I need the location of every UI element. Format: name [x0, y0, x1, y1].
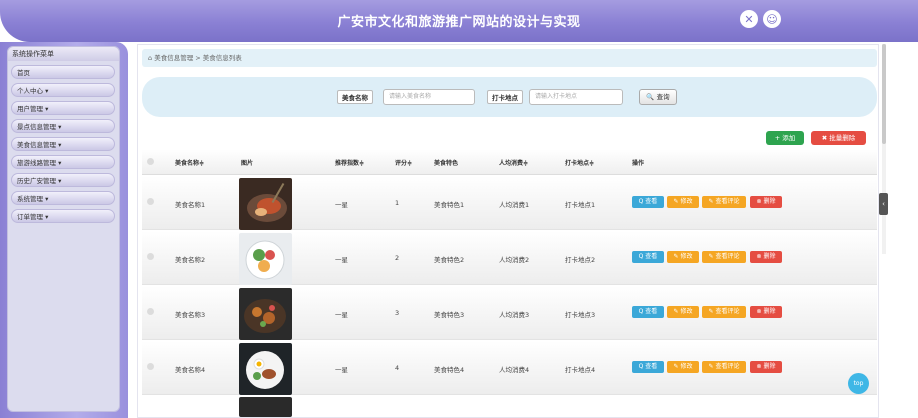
view-comments-button[interactable]: ✎ 查看评论	[702, 306, 746, 318]
col-score[interactable]: 评分≑	[395, 158, 412, 167]
batch-delete-button[interactable]: ✖ 批量删除	[811, 131, 866, 145]
delete-button[interactable]: ⊗ 删除	[750, 361, 782, 373]
cell-feature: 美食特色4	[434, 366, 465, 374]
breadcrumb: ⌂ 美食信息管理 > 美食信息列表	[142, 49, 877, 67]
cell-feature: 美食特色1	[434, 201, 465, 209]
search-icon: 🔍	[646, 93, 655, 101]
cell-food-name: 美食名称4	[175, 366, 206, 374]
cell-recommend: 一星	[335, 366, 348, 374]
cell-feature: 美食特色3	[434, 311, 465, 319]
cell-avg-cost: 人均消费4	[499, 366, 530, 374]
side-menu-panel: 系统操作菜单 首页 个人中心 ▾ 用户管理 ▾ 景点信息管理 ▾ 美食信息管理 …	[7, 46, 120, 412]
cell-avg-cost: 人均消费2	[499, 256, 530, 264]
scrollbar-thumb[interactable]	[882, 44, 886, 144]
food-image	[239, 288, 292, 340]
cell-food-name: 美食名称2	[175, 256, 206, 264]
col-food-name[interactable]: 美食名称≑	[175, 158, 204, 167]
delete-button[interactable]: ⊗ 删除	[750, 251, 782, 263]
sidebar-item-food-info[interactable]: 美食信息管理 ▾	[11, 137, 115, 151]
edit-button[interactable]: ✎ 修改	[667, 306, 699, 318]
food-name-input[interactable]: 请输入美食名称	[383, 89, 475, 105]
row-checkbox[interactable]	[147, 253, 154, 260]
cell-avg-cost: 人均消费1	[499, 201, 530, 209]
row-checkbox[interactable]	[147, 363, 154, 370]
user-icon[interactable]: ☺	[763, 10, 781, 28]
sidebar: 系统操作菜单 首页 个人中心 ▾ 用户管理 ▾ 景点信息管理 ▾ 美食信息管理 …	[0, 42, 128, 418]
view-button[interactable]: Q 查看	[632, 306, 664, 318]
sidebar-item-user-management[interactable]: 用户管理 ▾	[11, 101, 115, 115]
sidebar-item-system[interactable]: 系统管理 ▾	[11, 191, 115, 205]
food-image	[239, 343, 292, 395]
delete-button[interactable]: ⊗ 删除	[750, 306, 782, 318]
delete-button[interactable]: ⊗ 删除	[750, 196, 782, 208]
col-avg-cost[interactable]: 人均消费≑	[499, 158, 528, 167]
view-button[interactable]: Q 查看	[632, 361, 664, 373]
search-bar: 美食名称 请输入美食名称 打卡地点 请输入打卡地点 🔍 查询	[142, 77, 877, 117]
edit-button[interactable]: ✎ 修改	[667, 361, 699, 373]
view-comments-button[interactable]: ✎ 查看评论	[702, 361, 746, 373]
table-row: 美食名称1 一星 1 美食特色1 人均消费1 打卡地点1 Q 查看 ✎ 修改 ✎…	[142, 176, 877, 230]
food-name-label: 美食名称	[337, 90, 373, 104]
back-to-top-button[interactable]: top	[848, 373, 869, 394]
row-checkbox[interactable]	[147, 308, 154, 315]
edit-button[interactable]: ✎ 修改	[667, 196, 699, 208]
breadcrumb-text: 美食信息管理 > 美食信息列表	[154, 54, 242, 62]
col-image: 图片	[241, 160, 254, 167]
cell-score: 1	[395, 199, 400, 207]
select-all-checkbox[interactable]	[147, 158, 154, 165]
home-icon[interactable]: ⌂	[148, 54, 152, 62]
cell-location: 打卡地点1	[565, 201, 596, 209]
cell-location: 打卡地点3	[565, 311, 596, 319]
cell-score: 3	[395, 309, 400, 317]
collapse-handle[interactable]: ‹	[879, 193, 888, 215]
checkin-place-input[interactable]: 请输入打卡地点	[529, 89, 623, 105]
cell-score: 4	[395, 364, 400, 372]
sidebar-item-orders[interactable]: 订单管理 ▾	[11, 209, 115, 223]
sidebar-item-history[interactable]: 历史广安管理 ▾	[11, 173, 115, 187]
table-row: 美食名称2 一星 2 美食特色2 人均消费2 打卡地点2 Q 查看 ✎ 修改 ✎…	[142, 231, 877, 285]
row-checkbox[interactable]	[147, 198, 154, 205]
cell-feature: 美食特色2	[434, 256, 465, 264]
food-image	[239, 233, 292, 285]
view-comments-button[interactable]: ✎ 查看评论	[702, 251, 746, 263]
cell-food-name: 美食名称1	[175, 201, 206, 209]
search-button[interactable]: 🔍 查询	[639, 89, 677, 105]
cell-recommend: 一星	[335, 201, 348, 209]
checkin-place-label: 打卡地点	[487, 90, 523, 104]
cell-food-name: 美食名称3	[175, 311, 206, 319]
sidebar-item-travel-routes[interactable]: 旅游线路管理 ▾	[11, 155, 115, 169]
edit-button[interactable]: ✎ 修改	[667, 251, 699, 263]
main-content: ⌂ 美食信息管理 > 美食信息列表 美食名称 请输入美食名称 打卡地点 请输入打…	[137, 44, 879, 418]
cell-avg-cost: 人均消费3	[499, 311, 530, 319]
sidebar-item-scenic-spots[interactable]: 景点信息管理 ▾	[11, 119, 115, 133]
col-recommend[interactable]: 推荐指数≑	[335, 158, 364, 167]
table-row: 美食名称3 一星 3 美食特色3 人均消费3 打卡地点3 Q 查看 ✎ 修改 ✎…	[142, 286, 877, 340]
cell-score: 2	[395, 254, 400, 262]
side-menu-title: 系统操作菜单	[8, 47, 119, 61]
top-header: 广安市文化和旅游推广网站的设计与实现 ✕ ☺	[0, 0, 918, 42]
col-location[interactable]: 打卡地点≑	[565, 158, 594, 167]
table-row: 美食名称4 一星 4 美食特色4 人均消费4 打卡地点4 Q 查看 ✎ 修改 ✎…	[142, 341, 877, 395]
table-header: 美食名称≑ 图片 推荐指数≑ 评分≑ 美食特色 人均消费≑ 打卡地点≑ 操作	[142, 150, 877, 175]
view-button[interactable]: Q 查看	[632, 196, 664, 208]
sidebar-item-home[interactable]: 首页	[11, 65, 115, 79]
cell-location: 打卡地点2	[565, 256, 596, 264]
settings-icon[interactable]: ✕	[740, 10, 758, 28]
food-image	[239, 397, 292, 417]
col-actions: 操作	[632, 160, 645, 167]
col-feature: 美食特色	[434, 160, 459, 167]
food-image	[239, 178, 292, 230]
search-button-label: 查询	[656, 93, 670, 101]
cell-recommend: 一星	[335, 311, 348, 319]
add-button[interactable]: + 添加	[766, 131, 804, 145]
view-button[interactable]: Q 查看	[632, 251, 664, 263]
view-comments-button[interactable]: ✎ 查看评论	[702, 196, 746, 208]
sidebar-item-personal-center[interactable]: 个人中心 ▾	[11, 83, 115, 97]
cell-location: 打卡地点4	[565, 366, 596, 374]
cell-recommend: 一星	[335, 256, 348, 264]
